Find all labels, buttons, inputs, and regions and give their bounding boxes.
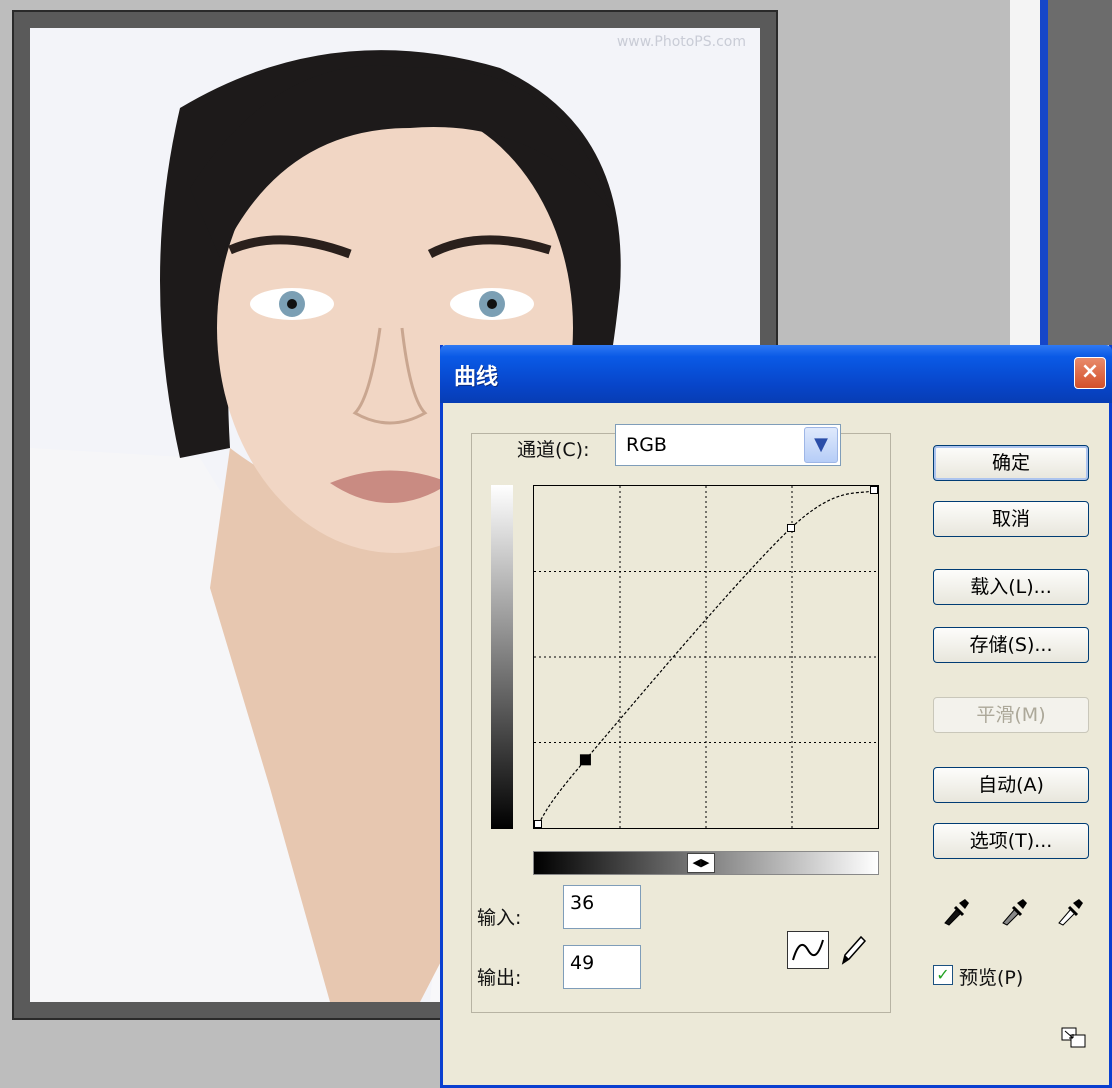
smooth-button[interactable]: 平滑(M): [933, 697, 1089, 733]
curve-graph[interactable]: [533, 485, 879, 829]
curve-point[interactable]: [786, 523, 795, 532]
check-icon: ✓: [936, 965, 950, 984]
black-eyedropper-icon[interactable]: [941, 895, 973, 927]
channel-label: 通道(C):: [511, 435, 596, 462]
close-icon: ×: [1080, 359, 1100, 384]
curve-point[interactable]: [534, 820, 542, 828]
input-label: 输入:: [477, 907, 522, 929]
preview-label: 预览(P): [959, 967, 1024, 989]
channel-select[interactable]: RGB ▼: [615, 424, 841, 466]
output-field[interactable]: 49: [563, 945, 641, 989]
gradient-toggle-button[interactable]: ◀▶: [687, 853, 715, 873]
white-eyedropper-icon[interactable]: [1055, 895, 1087, 927]
pencil-tool-icon[interactable]: [837, 931, 869, 969]
preview-checkbox[interactable]: ✓: [933, 965, 953, 985]
curves-dialog: 曲线 × 通道(C): RGB ▼ ◀▶ 输入: 36 输出: 49 确定 取消…: [440, 345, 1112, 1088]
save-button[interactable]: 存储(S)...: [933, 627, 1089, 663]
expand-icon[interactable]: [1061, 1027, 1087, 1049]
dialog-title: 曲线: [454, 365, 499, 390]
auto-button[interactable]: 自动(A): [933, 767, 1089, 803]
cancel-button[interactable]: 取消: [933, 501, 1089, 537]
chevron-down-icon[interactable]: ▼: [804, 427, 838, 463]
curve-tool-icon[interactable]: [787, 931, 829, 969]
curve-graph-svg: [534, 486, 878, 828]
input-field[interactable]: 36: [563, 885, 641, 929]
load-button[interactable]: 载入(L)...: [933, 569, 1089, 605]
output-gradient-bar: [491, 485, 513, 829]
title-bar[interactable]: 曲线 ×: [440, 345, 1112, 403]
curve-point[interactable]: [870, 486, 878, 494]
gray-eyedropper-icon[interactable]: [999, 895, 1031, 927]
options-button[interactable]: 选项(T)...: [933, 823, 1089, 859]
close-button[interactable]: ×: [1074, 357, 1106, 389]
output-label: 输出:: [477, 967, 522, 989]
ok-button[interactable]: 确定: [933, 445, 1089, 481]
channel-value: RGB: [626, 434, 667, 456]
watermark-text: www.PhotoPS.com: [616, 34, 746, 50]
curve-point-selected[interactable]: [579, 754, 591, 766]
